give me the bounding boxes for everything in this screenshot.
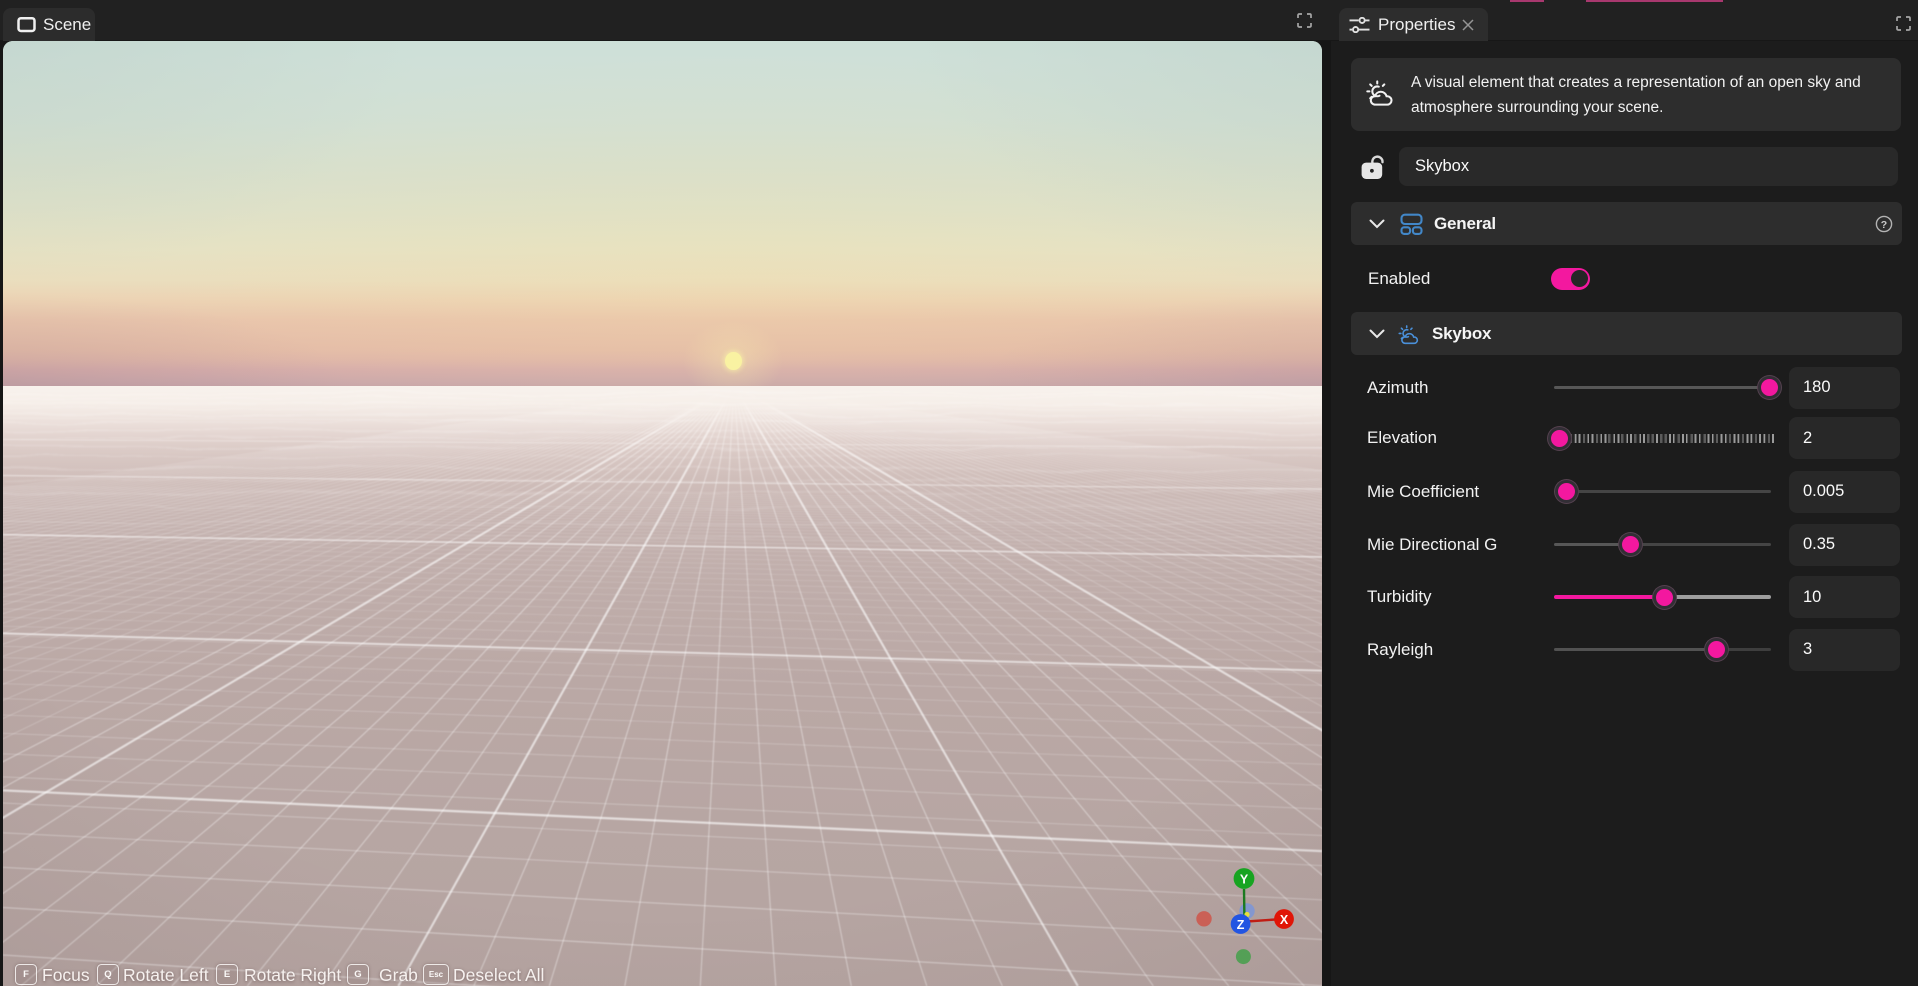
svg-text:Y: Y [1240, 873, 1249, 887]
svg-text:Z: Z [1237, 918, 1245, 932]
svg-text:X: X [1280, 913, 1289, 927]
svg-text:?: ? [1881, 218, 1887, 230]
